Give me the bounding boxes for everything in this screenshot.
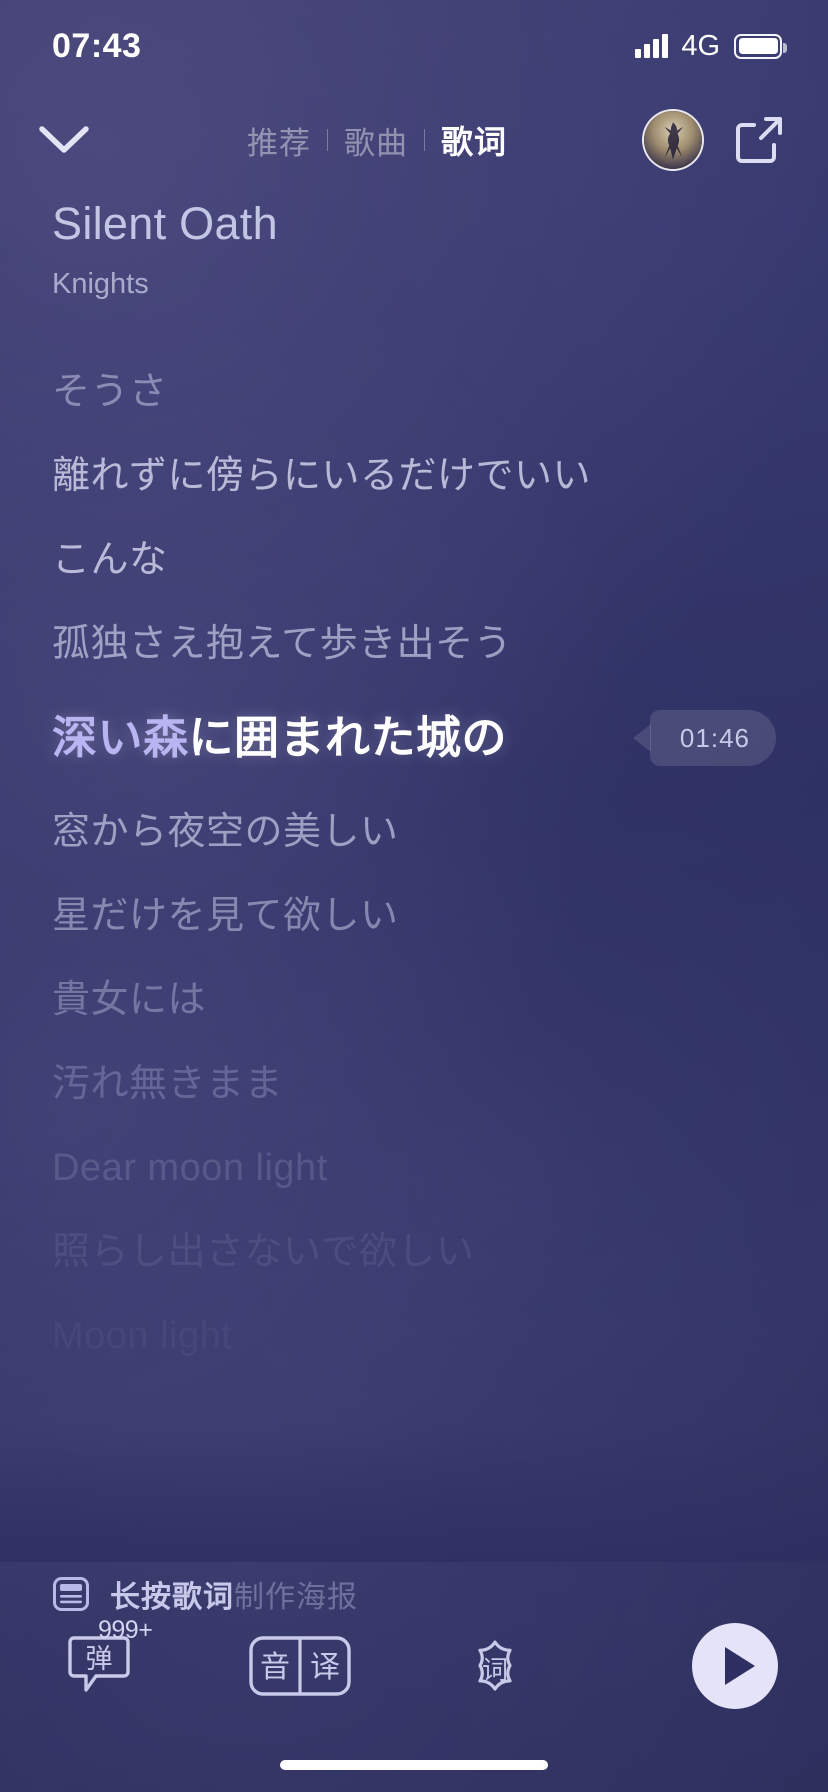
lyric-line[interactable]: こんな [52, 518, 776, 602]
play-button[interactable] [692, 1623, 778, 1709]
user-avatar-icon[interactable] [642, 109, 704, 171]
lyric-timestamp-badge[interactable]: 01:46 [649, 710, 776, 766]
lyric-text: そうさ [52, 370, 168, 413]
collapse-player-button[interactable] [16, 92, 112, 188]
lyric-text: 離れずに傍らにいるだけでいい [52, 454, 592, 497]
lyric-line[interactable]: 貴女には [52, 958, 776, 1042]
romaji-translate-icon: 音 译 [249, 1636, 351, 1696]
lyric-line[interactable]: 星だけを見て欲しい [52, 874, 776, 958]
lyric-text: 照らし出さないで欲しい [52, 1230, 475, 1273]
lyric-text: 孤独さえ抱えて歩き出そう [52, 622, 513, 665]
player-toolbar: 弹 999+ 音 译 词 [0, 1606, 828, 1726]
lyric-line[interactable]: 汚れ無きまま [52, 1042, 776, 1126]
lyric-line[interactable]: そうさ [52, 350, 776, 434]
lyrics-screen: 07:43 4G 推荐 歌曲 歌词 Silent Oath Knights そう… [0, 0, 828, 1792]
lyrics-list[interactable]: そうさ 離れずに傍らにいるだけでいい こんな 孤独さえ抱えて歩き出そう 深い森に… [0, 350, 828, 1562]
lyric-line[interactable]: 照らし出さないで欲しい [52, 1210, 776, 1294]
lyric-line[interactable]: Moon light [52, 1294, 776, 1378]
battery-full-icon [734, 33, 787, 59]
lyric-unsung-part: に囲まれた城の [188, 712, 508, 764]
avatar-artwork [644, 111, 702, 169]
lyric-text: 窓から夜空の美しい [52, 810, 399, 853]
lyric-line[interactable]: 孤独さえ抱えて歩き出そう [52, 602, 776, 686]
translate-toggle-button[interactable]: 音 译 [248, 1630, 352, 1702]
status-bar: 07:43 4G [0, 0, 828, 92]
lyrics-source-button[interactable]: 词 [462, 1629, 528, 1703]
home-indicator [280, 1760, 548, 1770]
nav-actions [642, 109, 828, 171]
tab-lyrics[interactable]: 歌词 [425, 117, 523, 163]
lyric-text: Dear moon light [52, 1146, 328, 1189]
lyric-sung-part: 深い森 [52, 712, 189, 764]
song-artist: Knights [52, 268, 149, 301]
danmaku-button[interactable]: 弹 999+ [46, 1616, 156, 1702]
share-external-icon[interactable] [730, 111, 788, 169]
status-indicators: 4G [635, 29, 787, 63]
navigation-bar: 推荐 歌曲 歌词 [0, 92, 828, 188]
signal-bars-icon [635, 34, 669, 58]
lyric-line[interactable]: Dear moon light [52, 1126, 776, 1210]
lyric-line-current[interactable]: 深い森に囲まれた城の 01:46 [52, 686, 776, 790]
lyrics-badge-icon: 词 [478, 1640, 512, 1691]
lyric-text: 汚れ無きまま [52, 1062, 284, 1105]
lyric-text: 貴女には [52, 978, 207, 1021]
chevron-down-icon [39, 126, 89, 153]
tab-recommend[interactable]: 推荐 [231, 118, 327, 163]
tab-song[interactable]: 歌曲 [328, 118, 424, 163]
translate-right-glyph: 译 [310, 1651, 340, 1684]
translate-left-glyph: 音 [260, 1651, 290, 1684]
network-type-label: 4G [681, 29, 720, 62]
play-icon [724, 1647, 755, 1685]
lyric-text: こんな [52, 538, 168, 581]
lyric-text: Moon light [52, 1314, 233, 1357]
status-time: 07:43 [52, 26, 142, 65]
lyric-line[interactable]: 窓から夜空の美しい [52, 790, 776, 874]
lyric-line[interactable]: 離れずに傍らにいるだけでいい [52, 434, 776, 518]
danmaku-count-badge: 999+ [98, 1616, 153, 1644]
player-tabs: 推荐 歌曲 歌词 [112, 117, 642, 163]
danmaku-glyph: 弹 [86, 1644, 113, 1674]
lyric-text-current: 深い森に囲まれた城の [52, 711, 507, 764]
song-header: Silent Oath Knights [52, 196, 776, 301]
lyric-text: 星だけを見て欲しい [52, 894, 399, 937]
lyrics-source-glyph: 词 [482, 1655, 508, 1685]
song-title: Silent Oath [52, 198, 278, 249]
